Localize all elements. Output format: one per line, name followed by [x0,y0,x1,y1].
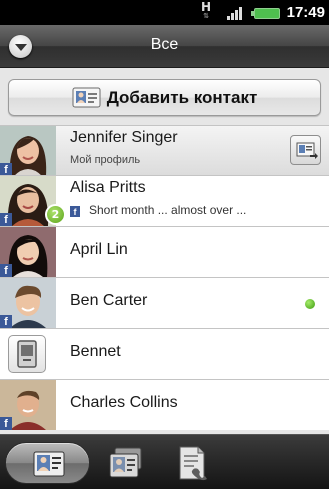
profile-card-button[interactable] [290,135,321,165]
hspa-icon: H ⇅ [201,0,212,20]
online-status-icon [305,299,315,309]
unread-count-badge: 2 [45,204,66,225]
add-contact-button[interactable]: Добавить контакт [8,79,321,116]
contact-name: Jennifer Singer [70,129,178,146]
status-text: Short month ... almost over ... [89,203,247,217]
contact-subtitle: Мой профиль [70,154,141,166]
people-icon [33,451,65,477]
call-history-icon [179,446,207,481]
contact-row-april-lin[interactable]: f April Lin [0,226,329,277]
facebook-icon: f [0,315,12,328]
tab-people[interactable] [5,442,90,484]
avatar: f [0,380,56,430]
facebook-icon: f [0,213,12,226]
contact-row-alisa-pritts[interactable]: f 2 Alisa Pritts f Short month ... almost… [0,175,329,226]
contacts-content: Добавить контакт f Jennifer Singer Мой п… [0,68,329,434]
tab-groups[interactable] [96,442,156,484]
status-bar: H ⇅ 17:49 [0,0,329,25]
add-contact-label: Добавить контакт [106,87,258,107]
contact-row-charles-collins[interactable]: f Charles Collins [0,379,329,430]
contact-card-icon [72,87,101,108]
contact-name: Bennet [70,343,121,360]
contact-name: Alisa Pritts [70,179,146,196]
title-bar[interactable]: Все [0,25,329,68]
avatar: f [0,227,56,277]
page-title[interactable]: Все [0,36,329,54]
contact-row-bennet[interactable]: Bennet [0,328,329,379]
facebook-icon: f [70,206,80,217]
contact-name: Ben Carter [70,292,148,309]
bottom-tab-bar [0,434,329,489]
contact-name: April Lin [70,241,128,258]
signal-icon [227,6,245,20]
avatar: f [0,278,56,328]
contact-list: f Jennifer Singer Мой профиль f 2 Alisa … [0,125,329,430]
avatar [0,329,56,379]
groups-icon [109,447,142,478]
contacts-screen: H ⇅ 17:49 Все Добавить контакт f Jennife… [0,0,329,489]
contact-name: Charles Collins [70,394,178,411]
contact-row-ben-carter[interactable]: f Ben Carter [0,277,329,328]
facebook-icon: f [0,417,12,430]
contact-status: f Short month ... almost over ... [70,203,246,217]
facebook-icon: f [0,264,12,277]
placeholder-phone-icon [8,335,46,373]
battery-icon [251,8,280,19]
contact-card-icon [296,142,318,159]
status-time: 17:49 [286,4,325,21]
tab-call-history[interactable] [162,442,222,484]
contact-row-jennifer-singer[interactable]: f Jennifer Singer Мой профиль [0,125,329,176]
avatar: f [0,126,56,176]
